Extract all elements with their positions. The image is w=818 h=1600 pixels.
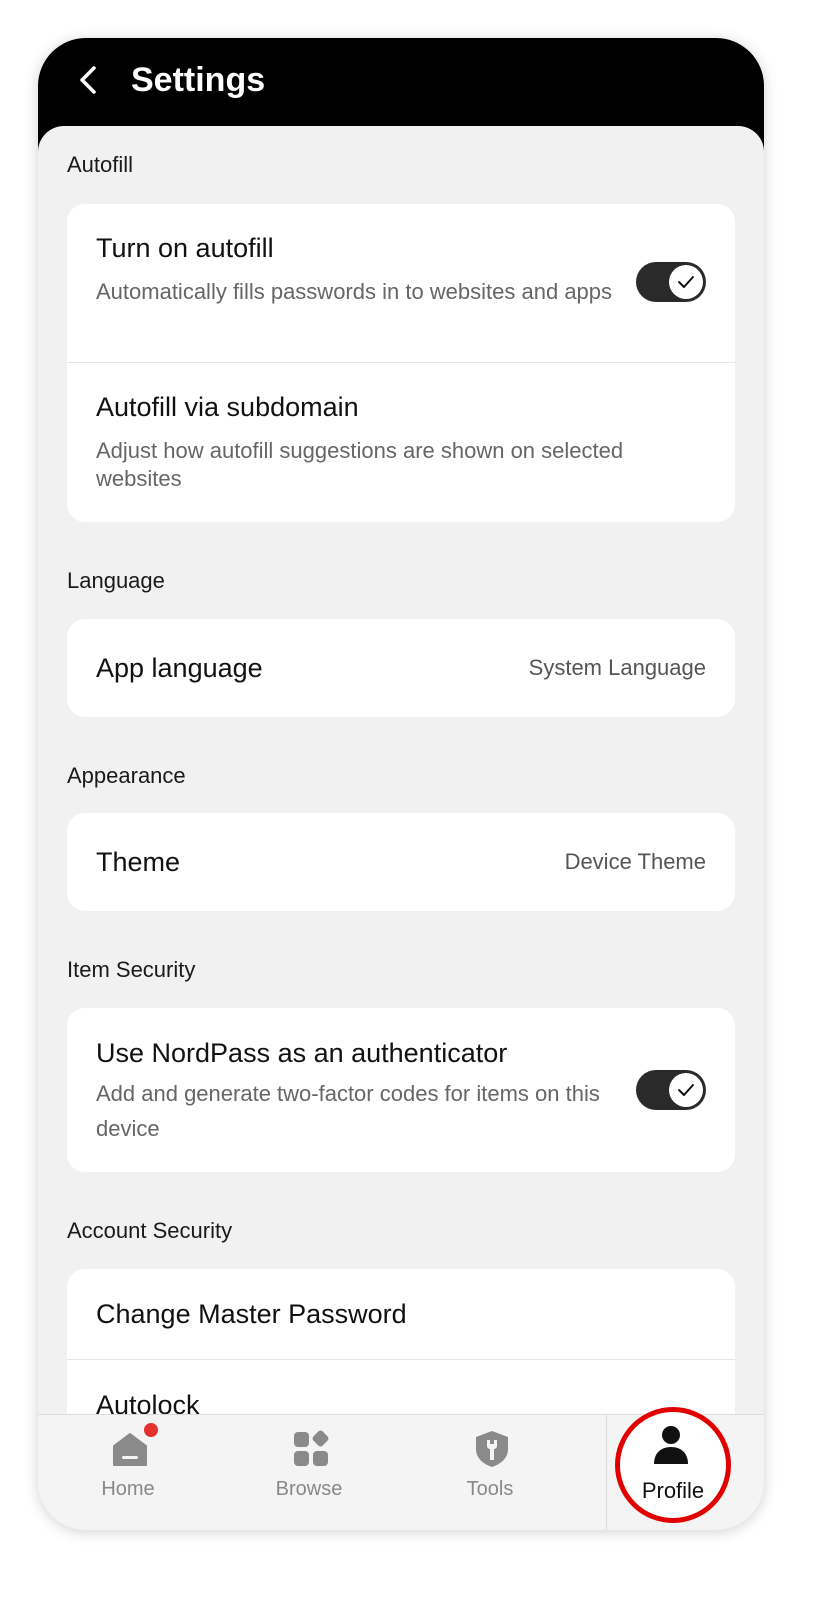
back-button[interactable] [68,60,108,100]
autolock-row[interactable]: Autolock [67,1360,735,1416]
authenticator-toggle[interactable] [636,1070,706,1110]
change-master-password-title: Change Master Password [96,1299,407,1329]
tab-home-label: Home [101,1478,155,1500]
tab-separator [606,1415,607,1530]
section-title-autofill: Autofill [67,152,134,177]
turn-on-autofill-row[interactable]: Turn on autofill Automatically fills pas… [67,204,735,362]
autofill-toggle[interactable] [636,262,706,302]
settings-content[interactable]: Autofill Turn on autofill Automatically … [38,126,764,1416]
account-security-card: Change Master Password Autolock [67,1269,735,1416]
notification-dot [142,1421,160,1439]
toggle-knob [669,265,703,299]
authenticator-description: Add and generate two-factor codes for it… [96,1081,600,1141]
tab-browse[interactable]: Browse [219,1415,399,1530]
toggle-knob [669,1073,703,1107]
appearance-card: Theme Device Theme [67,813,735,911]
theme-row[interactable]: Theme Device Theme [67,813,735,911]
section-title-account-security: Account Security [67,1218,233,1243]
tab-tools-label: Tools [466,1478,514,1500]
section-title-item-security: Item Security [67,957,196,982]
section-title-language: Language [67,568,165,593]
tab-home[interactable]: Home [38,1415,218,1530]
checkmark-icon [678,276,694,288]
section-title-appearance: Appearance [67,763,186,788]
autofill-subdomain-description: Adjust how autofill suggestions are show… [96,438,624,491]
theme-title: Theme [96,847,181,877]
shield-icon [476,1431,508,1467]
item-security-card: Use NordPass as an authenticator Add and… [67,1008,735,1172]
turn-on-autofill-title: Turn on autofill [96,233,274,263]
back-arrow-icon [80,66,96,94]
tab-tools[interactable]: Tools [400,1415,580,1530]
app-language-row[interactable]: App language System Language [67,619,735,717]
tab-browse-label: Browse [275,1478,343,1500]
checkmark-icon [678,1084,694,1096]
page-title: Settings [131,61,266,99]
person-icon [654,1426,688,1464]
change-master-password-row[interactable]: Change Master Password [67,1269,735,1359]
tab-profile-label[interactable]: Profile [620,1476,726,1506]
turn-on-autofill-description: Automatically fills passwords in to webs… [96,279,613,304]
language-card: App language System Language [67,619,735,717]
authenticator-title: Use NordPass as an authenticator [96,1038,508,1068]
app-language-title: App language [96,653,263,683]
phone-frame: Settings Autofill Turn on autofill Autom… [38,38,764,1530]
autofill-subdomain-title: Autofill via subdomain [96,392,359,422]
browse-icon [294,1430,329,1466]
autofill-card: Turn on autofill Automatically fills pas… [67,204,735,522]
authenticator-row[interactable]: Use NordPass as an authenticator Add and… [67,1008,735,1172]
theme-value: Device Theme [564,849,706,874]
app-language-value: System Language [528,655,706,680]
autofill-subdomain-row[interactable]: Autofill via subdomain Adjust how autofi… [67,363,735,522]
autolock-title: Autolock [96,1390,200,1416]
